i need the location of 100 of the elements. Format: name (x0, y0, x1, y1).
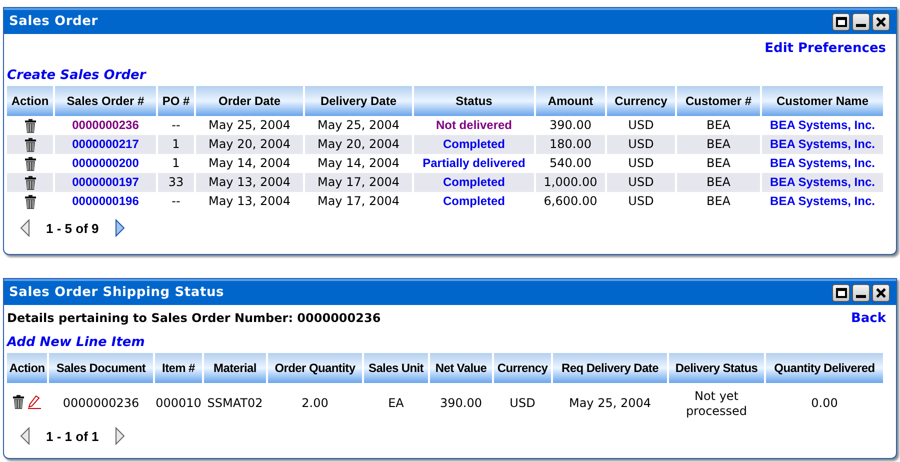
create-sales-order-link[interactable]: Create Sales Order (7, 68, 146, 82)
table-cell: 000010 (156, 396, 202, 410)
close-button[interactable] (872, 13, 890, 31)
trash-icon[interactable] (24, 156, 36, 171)
minimize-button[interactable] (852, 284, 870, 302)
customer-link[interactable]: BEA Systems, Inc. (770, 194, 875, 208)
table-cell: May 14, 2004 (208, 156, 291, 170)
column-header[interactable]: Currency (607, 86, 675, 116)
column-header[interactable]: Req Delivery Date (553, 352, 667, 382)
table-cell: 6,600.00 (544, 194, 598, 208)
column-header[interactable]: Delivery Date (305, 86, 412, 116)
table-cell: 540.00 (550, 156, 592, 170)
table-cell: 1 (172, 137, 180, 151)
table-cell: USD (628, 118, 654, 132)
trash-icon[interactable] (24, 138, 36, 152)
table-cell: May 13, 2004 (208, 175, 291, 189)
close-button[interactable] (872, 284, 890, 302)
back-link[interactable]: Back (850, 309, 886, 328)
trash-icon[interactable] (13, 394, 24, 408)
table-cell: BEA (706, 175, 731, 189)
column-header[interactable]: Delivery Status (669, 352, 764, 382)
column-header[interactable]: Sales Order # (55, 86, 156, 116)
status-link[interactable]: Completed (442, 194, 505, 208)
table-cell: May 20, 2004 (208, 137, 291, 151)
order-link[interactable]: 0000000196 (72, 194, 139, 208)
order-row[interactable]: 0000000197 33 May 13, 2004 May 17, 2004 Completed 1,000.00 USD BEA BEA Systems, Inc. (7, 172, 883, 192)
maximize-button[interactable] (832, 13, 850, 31)
pencil-icon[interactable] (27, 394, 41, 408)
edit-preferences-link[interactable]: Edit Preferences (764, 39, 886, 58)
table-cell: 390.00 (550, 118, 592, 132)
order-row[interactable]: 0000000236 -- May 25, 2004 May 25, 2004 Not delivered 390.00 USD BEA BEA Systems, Inc. (7, 116, 883, 134)
table-cell: USD (628, 194, 654, 208)
table-cell: USD (510, 396, 536, 410)
table-cell: SSMAT02 (207, 396, 263, 410)
column-header[interactable]: PO # (158, 86, 194, 116)
customer-link[interactable]: BEA Systems, Inc. (770, 118, 875, 132)
table-cell: May 14, 2004 (317, 156, 400, 170)
column-header[interactable]: Status (414, 86, 534, 116)
table-cell: 1 (172, 156, 180, 170)
table-cell: -- (172, 118, 180, 132)
table-cell: May 20, 2004 (317, 137, 400, 151)
column-header[interactable]: Sales Unit (364, 352, 428, 382)
minimize-button[interactable] (852, 13, 870, 31)
table-cell: May 13, 2004 (208, 194, 291, 208)
table-cell: 2.00 (302, 396, 328, 410)
trash-icon[interactable] (24, 194, 36, 209)
column-header[interactable]: Order Date (196, 86, 303, 116)
column-header[interactable]: Sales Document (49, 352, 153, 382)
column-header[interactable]: Amount (536, 86, 605, 116)
column-header[interactable]: Net Value (430, 352, 492, 382)
column-header[interactable]: Order Quantity (268, 352, 362, 382)
column-header[interactable]: Item # (155, 352, 202, 382)
table-cell: BEA (706, 156, 731, 170)
close-icon (876, 288, 886, 298)
order-link[interactable]: 0000000236 (72, 118, 139, 132)
table-cell: 0.00 (811, 396, 838, 410)
table-cell: -- (172, 194, 180, 208)
table-cell: May 25, 2004 (568, 396, 652, 410)
table-cell: BEA (706, 137, 731, 151)
table-cell: May 25, 2004 (208, 118, 291, 132)
close-icon (876, 17, 886, 27)
trash-icon[interactable] (24, 118, 36, 133)
column-header[interactable]: Action (7, 352, 47, 382)
column-header[interactable]: Customer # (677, 86, 760, 116)
table-cell: Not yet processed (686, 388, 748, 418)
column-header[interactable]: Material (204, 352, 266, 382)
table-cell: EA (388, 396, 404, 410)
table-cell: 180.00 (550, 137, 592, 151)
order-row[interactable]: 0000000200 1 May 14, 2004 May 14, 2004 Partially delivered 540.00 USD BEA BEA Systems, Inc. (7, 154, 883, 172)
column-header[interactable]: Currency (494, 352, 551, 382)
table-cell: USD (628, 137, 654, 151)
table-cell: BEA (706, 118, 731, 132)
table-cell: USD (628, 175, 654, 189)
table-cell: 33 (168, 175, 184, 189)
column-header[interactable]: Action (7, 86, 53, 116)
details-text: Details pertaining to Sales Order Number: 0000000236 (7, 310, 381, 327)
table-cell: 390.00 (440, 396, 482, 410)
table-cell: May 17, 2004 (317, 194, 400, 208)
column-header[interactable]: Customer Name (762, 86, 883, 116)
table-cell: May 17, 2004 (317, 175, 400, 189)
table-cell: 1,000.00 (544, 175, 598, 189)
page-count: 1 - 5 of 9 (46, 220, 99, 238)
status-link[interactable]: Partially delivered (422, 156, 526, 170)
panel-title: Sales Order Shipping Status (8, 284, 224, 302)
order-row[interactable]: 0000000196 -- May 13, 2004 May 17, 2004 Completed 6,600.00 USD BEA BEA Systems, Inc. (7, 192, 883, 210)
order-link[interactable]: 0000000200 (72, 156, 139, 170)
table-cell: USD (628, 156, 654, 170)
maximize-button[interactable] (832, 284, 850, 302)
panel-title: Sales Order (8, 13, 98, 32)
status-link[interactable]: Not delivered (436, 118, 512, 132)
next-page-icon[interactable] (114, 219, 125, 238)
order-row[interactable]: 0000000217 1 May 20, 2004 May 20, 2004 Completed 180.00 USD BEA BEA Systems, Inc. (7, 134, 883, 154)
table-cell: May 25, 2004 (317, 118, 400, 132)
table-cell: 0000000236 (62, 396, 140, 410)
customer-link[interactable]: BEA Systems, Inc. (770, 156, 875, 170)
column-header[interactable]: Quantity Delivered (766, 352, 883, 382)
page-count: 1 - 1 of 1 (46, 428, 99, 446)
table-cell: BEA (706, 194, 731, 208)
add-line-item-link[interactable]: Add New Line Item (7, 334, 145, 350)
trash-icon[interactable] (24, 176, 36, 190)
